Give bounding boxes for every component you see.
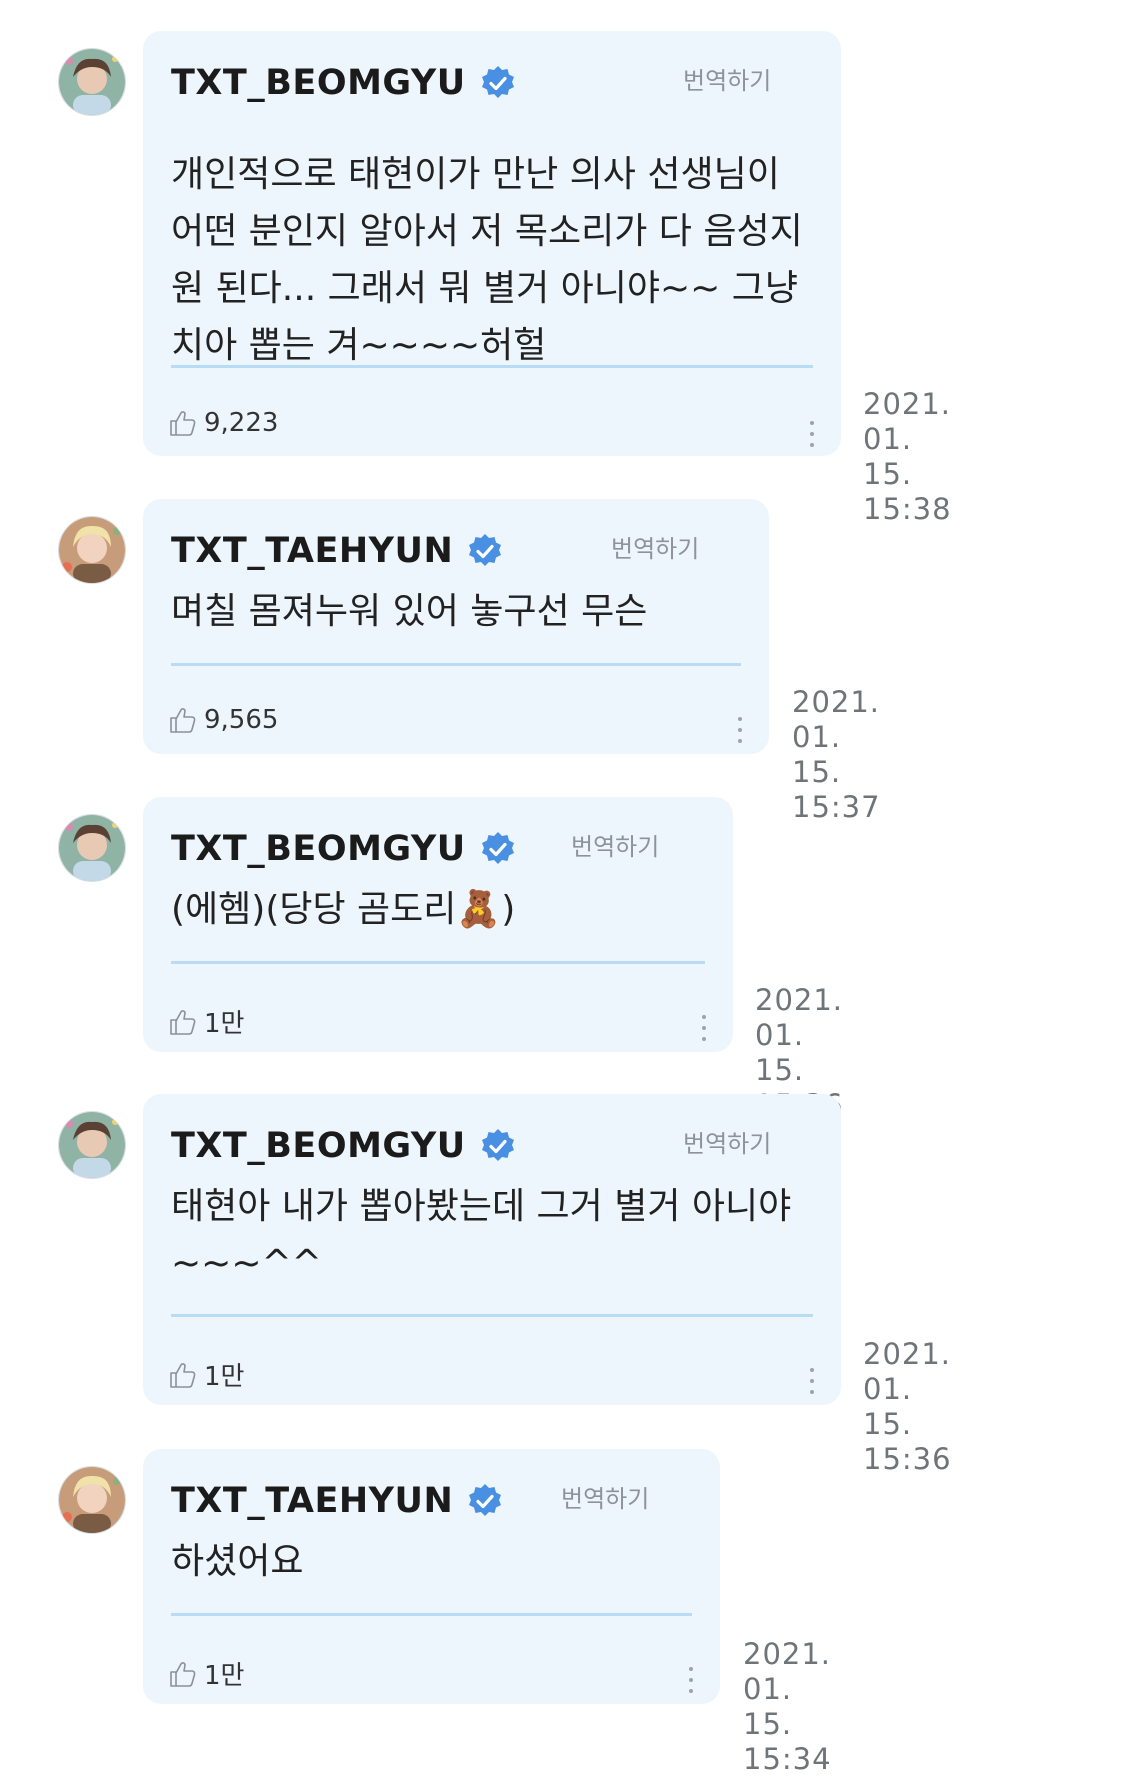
timestamp-time: 15:37: [792, 790, 881, 824]
translate-button[interactable]: 번역하기: [683, 1124, 771, 1159]
translate-button[interactable]: 번역하기: [611, 529, 699, 564]
timestamp: 2021. 01. 15. 15:37: [792, 685, 881, 825]
timestamp-date: 2021. 01. 15.: [863, 387, 952, 491]
like-count: 9,223: [204, 408, 279, 438]
like-button[interactable]: 9,223: [168, 408, 278, 438]
comment-bubble: TXT_BEOMGYU 번역하기 태현아 내가 뽑아봤는데 그거 별거 아니야 …: [143, 1094, 841, 1405]
taehyun-avatar[interactable]: [58, 1466, 126, 1534]
divider: [171, 663, 741, 666]
verified-badge-icon: [481, 832, 514, 864]
author-row: TXT_TAEHYUN: [171, 1481, 503, 1521]
timestamp-date: 2021. 01. 15.: [792, 685, 881, 789]
author-name[interactable]: TXT_BEOMGYU: [171, 63, 466, 103]
comment-text: 태현아 내가 뽑아봤는데 그거 별거 아니야 ~~~^^: [171, 1186, 792, 1284]
thumbs-up-icon: [170, 1661, 196, 1687]
like-button[interactable]: 1만: [168, 1003, 244, 1040]
verified-badge-icon: [481, 66, 514, 98]
like-count: 9,565: [204, 705, 279, 735]
like-count: 1만: [204, 1362, 245, 1392]
comment-bubble: TXT_BEOMGYU 번역하기 (에헴)(당당 곰도리🧸) 1만: [143, 797, 733, 1052]
more-vertical-icon[interactable]: [808, 1366, 816, 1396]
comment-bubble: TXT_BEOMGYU 번역하기 개인적으로 태현이가 만난 의사 선생님이 어…: [143, 31, 841, 456]
author-row: TXT_TAEHYUN: [171, 531, 503, 571]
divider: [171, 1314, 813, 1317]
author-name[interactable]: TXT_BEOMGYU: [171, 829, 466, 869]
like-button[interactable]: 9,565: [168, 705, 278, 735]
beomgyu-avatar[interactable]: [58, 1111, 126, 1179]
divider: [171, 1613, 692, 1616]
timestamp: 2021. 01. 15. 15:38: [863, 387, 952, 527]
more-vertical-icon[interactable]: [736, 715, 744, 745]
comment-text: 며칠 몸져누워 있어 놓구선 무슨: [171, 591, 648, 632]
like-button[interactable]: 1만: [168, 1356, 244, 1393]
comment-text: 하셨어요: [171, 1541, 304, 1582]
comment-bubble: TXT_TAEHYUN 번역하기 하셨어요 1만: [143, 1449, 720, 1704]
beomgyu-avatar[interactable]: [58, 48, 126, 116]
timestamp: 2021. 01. 15. 15:36: [863, 1337, 952, 1477]
timestamp: 2021. 01. 15. 15:34: [743, 1637, 832, 1777]
author-name[interactable]: TXT_BEOMGYU: [171, 1126, 466, 1166]
timestamp-time: 15:36: [863, 1442, 952, 1476]
more-vertical-icon[interactable]: [808, 419, 816, 449]
author-row: TXT_BEOMGYU: [171, 1126, 516, 1166]
timestamp-date: 2021. 01. 15.: [863, 1337, 952, 1441]
verified-badge-icon: [469, 534, 502, 566]
timestamp-date: 2021. 01. 15.: [743, 1637, 832, 1741]
thumbs-up-icon: [170, 411, 196, 436]
verified-badge-icon: [481, 1129, 514, 1161]
more-vertical-icon[interactable]: [700, 1013, 708, 1043]
like-count: 1만: [204, 1009, 245, 1039]
author-row: TXT_BEOMGYU: [171, 63, 516, 103]
author-name[interactable]: TXT_TAEHYUN: [171, 531, 453, 571]
like-button[interactable]: 1만: [168, 1655, 244, 1692]
thumbs-up-icon: [170, 1009, 196, 1035]
author-row: TXT_BEOMGYU: [171, 829, 516, 869]
thumbs-up-icon: [170, 1362, 196, 1388]
more-vertical-icon[interactable]: [687, 1665, 695, 1695]
translate-button[interactable]: 번역하기: [683, 61, 771, 96]
thumbs-up-icon: [170, 708, 196, 733]
like-count: 1만: [204, 1661, 245, 1691]
verified-badge-icon: [469, 1484, 502, 1516]
author-name[interactable]: TXT_TAEHYUN: [171, 1481, 453, 1521]
timestamp-date: 2021. 01. 15.: [755, 983, 844, 1087]
comment-bubble: TXT_TAEHYUN 번역하기 며칠 몸져누워 있어 놓구선 무슨 9,565: [143, 499, 769, 754]
comment-text: 개인적으로 태현이가 만난 의사 선생님이 어떤 분인지 알아서 저 목소리가 …: [171, 154, 803, 366]
beomgyu-avatar[interactable]: [58, 814, 126, 882]
timestamp-time: 15:38: [863, 492, 952, 526]
timestamp-time: 15:34: [743, 1742, 832, 1776]
comment-text: (에헴)(당당 곰도리🧸): [171, 889, 516, 930]
divider: [171, 961, 705, 964]
divider: [171, 365, 813, 368]
translate-button[interactable]: 번역하기: [571, 827, 659, 862]
taehyun-avatar[interactable]: [58, 516, 126, 584]
translate-button[interactable]: 번역하기: [561, 1479, 649, 1514]
